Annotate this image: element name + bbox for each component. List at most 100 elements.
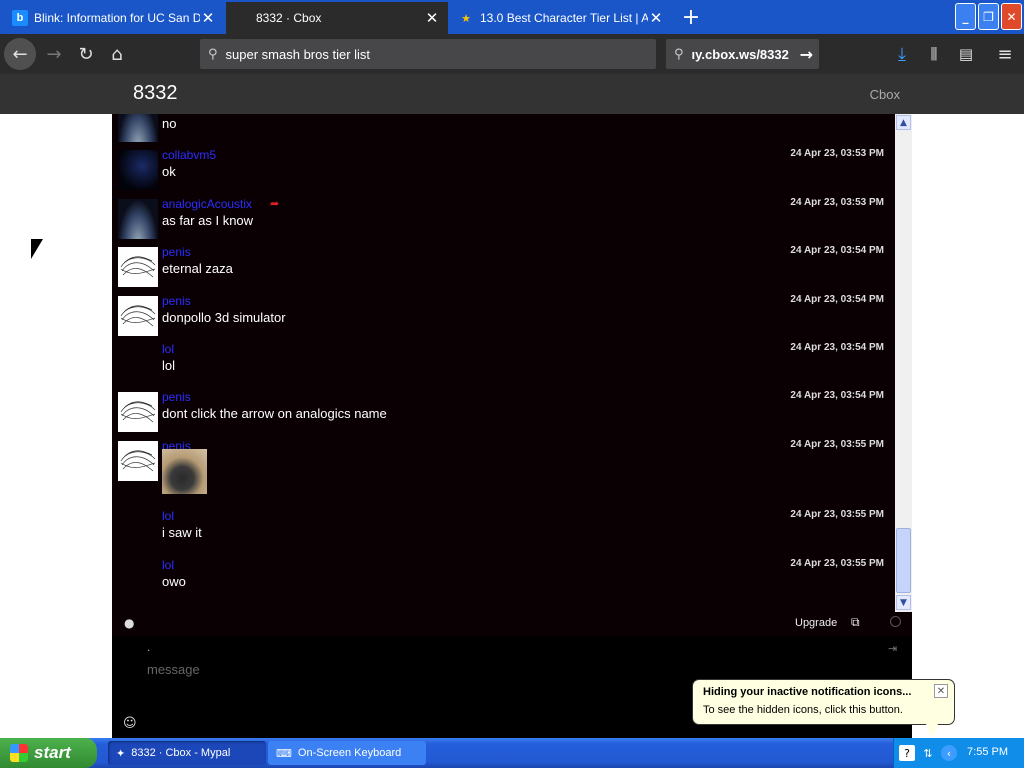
message-text: no [162,116,177,131]
message-timestamp: 24 Apr 23, 03:55 PM [790,509,884,520]
page-title: 8332 [133,82,178,104]
message-username[interactable]: analogicAcoustix [162,197,252,211]
attached-photo[interactable] [162,449,207,494]
network-icon[interactable]: ⇅ [920,745,936,761]
back-arrow-icon[interactable]: ← [4,38,36,70]
user-arrow-icon[interactable]: ➦ [270,197,279,210]
message-timestamp: 24 Apr 23, 03:55 PM [790,439,884,450]
tab-title: 8332 · Cbox [256,11,322,25]
taskbar-item-mypal[interactable]: ✦ 8332 · Cbox - Mypal [108,741,266,765]
menu-icon[interactable]: ≡ [989,38,1021,70]
external-link-icon[interactable]: ⧉ [851,615,860,630]
avatar[interactable] [118,441,158,481]
start-label: start [34,743,71,762]
chat-message: penis donpollo 3d simulator 24 Apr 23, 03:… [112,294,895,340]
start-button[interactable]: start [0,738,97,768]
taskbar-item-keyboard[interactable]: ⌨ On-Screen Keyboard [268,741,426,765]
tab-title: Blink: Information for UC San Die [34,11,200,25]
search-bar[interactable]: ⚲ ıy.cbox.ws/8332 → [666,39,819,69]
go-arrow-icon[interactable]: → [800,45,813,64]
message-text: dont click the arrow on analogics name [162,406,387,421]
show-hidden-icons-icon[interactable]: ‹ [941,745,957,761]
taskbar-item-label: On-Screen Keyboard [297,747,402,759]
blink-favicon-icon: b [12,10,28,26]
message-text: lol [162,358,176,373]
notification-balloon[interactable]: Hiding your inactive notification icons.… [692,679,955,738]
scrollbar-thumb[interactable] [896,528,911,593]
taskbar: start ✦ 8332 · Cbox - Mypal ⌨ On-Screen … [0,738,1024,768]
message-username[interactable]: penis [162,245,191,259]
new-tab-button[interactable]: + [680,5,702,30]
avatar[interactable] [118,296,158,336]
message-username[interactable]: lol [162,509,174,523]
chat-message: analogicAcoustix ➦ as far as I know 24 Apr … [112,197,895,243]
library-icon[interactable]: ⫼ [918,38,950,70]
smiley-icon[interactable]: ☺ [123,716,137,731]
system-tray: ? ⇅ ‹ 7:55 PM [893,738,1024,768]
close-window-button[interactable]: ✕ [1001,3,1022,30]
message-text: ok [162,164,176,179]
help-icon[interactable]: ? [899,745,915,761]
chat-box: analogicAcoustixno24 Apr 23, 03:53 PMcol… [112,114,912,738]
user-icon[interactable]: ● [124,616,134,630]
chat-message: lol i saw it 24 Apr 23, 03:55 PM [112,509,895,555]
message-timestamp: 24 Apr 23, 03:54 PM [790,390,884,401]
avatar[interactable] [118,114,158,142]
message-username[interactable]: collabvm5 [162,148,216,162]
restore-button[interactable]: ❐ [978,3,999,30]
avatar[interactable] [118,392,158,432]
forward-arrow-icon[interactable]: → [38,38,70,70]
keyboard-icon: ⌨ [276,746,292,760]
message-text: as far as I know [162,213,254,228]
reload-icon[interactable]: ↻ [70,38,102,70]
tab-tier-list[interactable]: ★ 13.0 Best Character Tier List | Ap ✕ [450,2,672,34]
balloon-tail [926,724,938,738]
url-text: super smash bros tier list [225,46,371,62]
close-tab-icon[interactable]: ✕ [424,9,440,27]
clock: 7:55 PM [967,746,1008,758]
search-icon: ⚲ [674,46,684,62]
chat-message: lol lol 24 Apr 23, 03:54 PM [112,342,895,388]
sidebar-icon[interactable]: ▤ [950,38,982,70]
tab-cbox[interactable]: 8332 · Cbox ✕ [226,2,448,34]
chat-scrollbar[interactable]: ▲ ▼ [895,114,912,612]
sign-in-icon[interactable]: ⇥ [888,642,897,655]
url-bar[interactable]: ⚲ super smash bros tier list [200,39,656,69]
close-tab-icon[interactable]: ✕ [200,9,216,27]
search-text: ıy.cbox.ws/8332 [691,46,789,62]
home-icon[interactable]: ⌂ [101,38,133,70]
cbox-brand-link[interactable]: Cbox [870,87,900,102]
avatar[interactable] [118,247,158,287]
download-icon[interactable]: ⤓ [886,38,918,70]
message-username[interactable]: lol [162,558,174,572]
message-timestamp: 24 Apr 23, 03:53 PM [790,197,884,208]
scroll-up-icon[interactable]: ▲ [896,115,911,130]
avatar[interactable] [118,199,158,239]
tab-blink[interactable]: b Blink: Information for UC San Die ✕ [4,2,224,34]
message-list: analogicAcoustixno24 Apr 23, 03:53 PMcol… [112,114,895,612]
chat-message: collabvm5 ok 24 Apr 23, 03:53 PM [112,148,895,194]
message-username[interactable]: penis [162,294,191,308]
scroll-down-icon[interactable]: ▼ [896,595,911,610]
avatar[interactable] [118,150,158,190]
message-username[interactable]: penis [162,390,191,404]
chat-message: analogicAcoustixno24 Apr 23, 03:53 PM [112,114,895,146]
page-header: 8332 Cbox [0,74,1024,114]
balloon-close-icon[interactable]: ✕ [934,684,948,698]
mypal-icon: ✦ [116,746,126,760]
name-field[interactable]: . [147,640,150,654]
chat-message: penis eternal zaza 24 Apr 23, 03:54 PM [112,245,895,291]
tab-title: 13.0 Best Character Tier List | Ap [480,11,648,25]
minimize-button[interactable]: _ [955,3,976,30]
message-input[interactable]: message [147,662,200,677]
star-favicon-icon: ★ [461,11,471,25]
chat-message: penis 24 Apr 23, 03:55 PM [112,439,895,501]
message-timestamp: 24 Apr 23, 03:53 PM [790,148,884,159]
upgrade-link[interactable]: Upgrade [795,617,837,629]
message-text: eternal zaza [162,261,233,276]
cbox-favicon-icon [234,10,250,26]
mouse-cursor [31,239,43,259]
status-circle-icon[interactable] [890,616,901,627]
close-tab-icon[interactable]: ✕ [648,9,664,27]
message-username[interactable]: lol [162,342,174,356]
